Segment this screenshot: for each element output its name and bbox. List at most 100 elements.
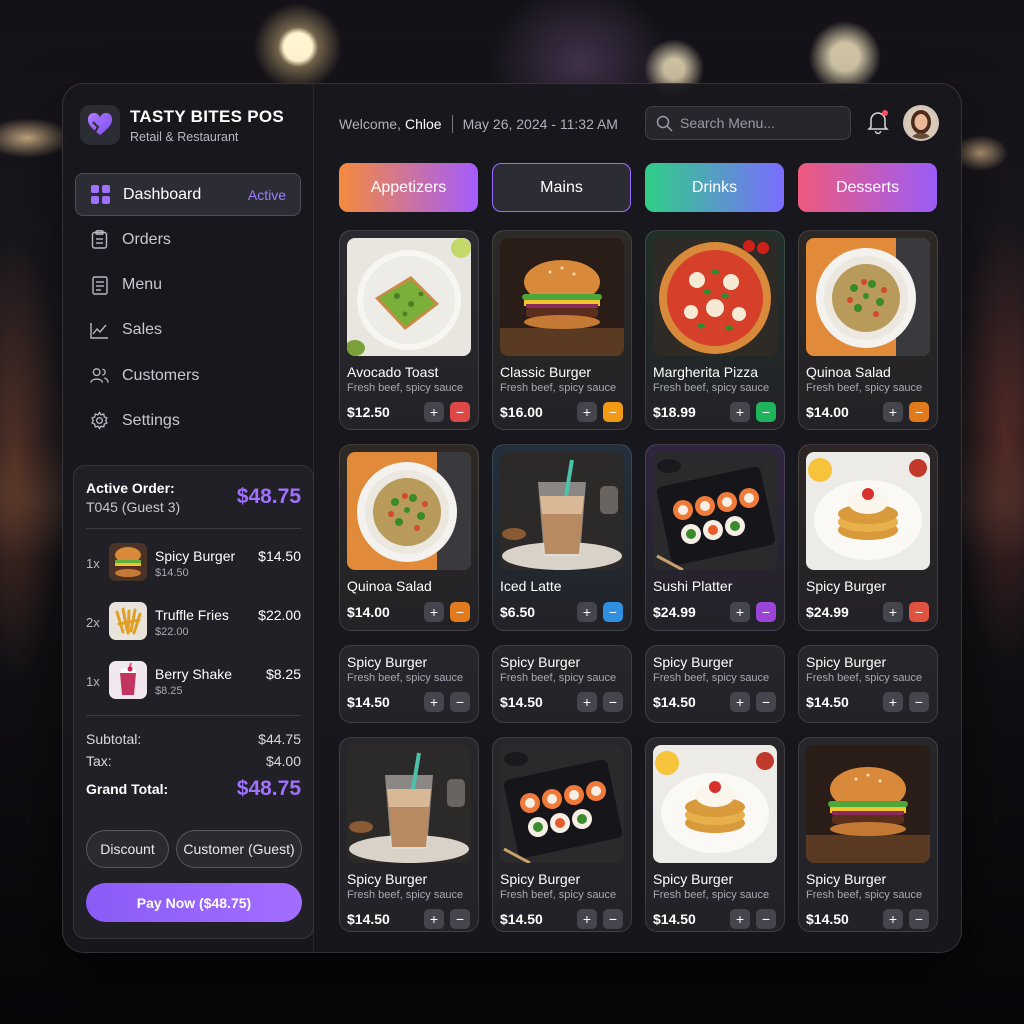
increment-button[interactable]: + xyxy=(424,402,444,422)
menu-item-card[interactable]: Avocado Toast Fresh beef, spicy sauce $12.… xyxy=(339,230,479,430)
discount-button[interactable]: Discount xyxy=(86,830,169,868)
tab-desserts[interactable]: Desserts xyxy=(798,163,937,212)
bell-icon[interactable] xyxy=(867,110,889,135)
pancake-image xyxy=(806,452,930,570)
decrement-button[interactable]: − xyxy=(450,402,470,422)
tab-appetizers[interactable]: Appetizers xyxy=(339,163,478,212)
menu-item-card[interactable]: Spicy Burger $24.99 + − xyxy=(798,444,938,631)
sidebar-item-customers[interactable]: Customers xyxy=(75,354,301,397)
sidebar-item-menu[interactable]: Menu xyxy=(75,264,301,307)
menu-item-card[interactable]: Spicy Burger Fresh beef, spicy sauce $14.5… xyxy=(645,737,785,932)
tab-drinks[interactable]: Drinks xyxy=(645,163,784,212)
decrement-button[interactable]: − xyxy=(909,909,929,929)
item-name: Margherita Pizza xyxy=(653,364,759,380)
search-input[interactable]: Search Menu... xyxy=(645,106,851,140)
iced-latte-image xyxy=(347,745,471,863)
sidebar-item-settings[interactable]: Settings xyxy=(75,399,301,442)
burger-image xyxy=(806,745,930,863)
menu-item-card[interactable]: Classic Burger Fresh beef, spicy sauce $16… xyxy=(492,230,632,430)
tab-mains[interactable]: Mains xyxy=(492,163,631,212)
grand-total-row: Grand Total: $48.75 xyxy=(86,777,301,801)
decrement-button[interactable]: − xyxy=(909,402,929,422)
order-line[interactable]: 2x Truffle Fries $22.00 $22.00 xyxy=(86,602,301,642)
menu-item-card[interactable]: Iced Latte $6.50 + − xyxy=(492,444,632,631)
increment-button[interactable]: + xyxy=(577,602,597,622)
decrement-button[interactable]: − xyxy=(450,602,470,622)
increment-button[interactable]: + xyxy=(577,909,597,929)
item-description: Fresh beef, spicy sauce xyxy=(653,382,770,394)
divider xyxy=(86,528,301,529)
item-description: Fresh beef, spicy sauce xyxy=(347,382,464,394)
sidebar-item-label: Menu xyxy=(122,276,163,294)
decrement-button[interactable]: − xyxy=(756,909,776,929)
increment-button[interactable]: + xyxy=(424,909,444,929)
search-placeholder: Search Menu... xyxy=(680,115,775,131)
menu-item-card[interactable]: Spicy Burger Fresh beef, spicy sauce $14.5… xyxy=(798,737,938,932)
decrement-button[interactable]: − xyxy=(603,402,623,422)
decrement-button[interactable]: − xyxy=(450,692,470,712)
menu-item-card[interactable]: Spicy Burger Fresh beef, spicy sauce $14.5… xyxy=(492,645,632,723)
order-line[interactable]: 1x Spicy Burger $14.50 $14.50 xyxy=(86,543,301,583)
increment-button[interactable]: + xyxy=(883,602,903,622)
item-description: Fresh beef, spicy sauce xyxy=(500,382,617,394)
order-line[interactable]: 1x Berry Shake $8.25 $8.25 xyxy=(86,661,301,701)
increment-button[interactable]: + xyxy=(883,692,903,712)
line-price: $8.25 xyxy=(265,666,301,682)
item-description: Fresh beef, spicy sauce xyxy=(500,672,617,684)
increment-button[interactable]: + xyxy=(730,402,750,422)
decrement-button[interactable]: − xyxy=(909,602,929,622)
menu-item-card[interactable]: Margherita Pizza Fresh beef, spicy sauce $… xyxy=(645,230,785,430)
iced-latte-image xyxy=(500,452,624,570)
line-name: Spicy Burger xyxy=(155,548,236,564)
increment-button[interactable]: + xyxy=(883,402,903,422)
clipboard-icon xyxy=(90,230,109,249)
pay-now-button[interactable]: Pay Now ($48.75) xyxy=(86,883,302,922)
decrement-button[interactable]: − xyxy=(756,602,776,622)
item-name: Spicy Burger xyxy=(806,578,887,594)
item-name: Spicy Burger xyxy=(347,871,428,887)
item-price: $14.50 xyxy=(806,911,849,927)
decrement-button[interactable]: − xyxy=(603,602,623,622)
avatar[interactable] xyxy=(903,105,939,141)
item-name: Spicy Burger xyxy=(500,654,581,670)
increment-button[interactable]: + xyxy=(730,692,750,712)
sidebar-item-orders[interactable]: Orders xyxy=(75,218,301,261)
line-price: $22.00 xyxy=(258,607,301,623)
item-price: $14.50 xyxy=(500,911,543,927)
sidebar-item-label: Customers xyxy=(122,366,200,384)
menu-item-card[interactable]: Spicy Burger Fresh beef, spicy sauce $14.5… xyxy=(645,645,785,723)
increment-button[interactable]: + xyxy=(730,909,750,929)
decrement-button[interactable]: − xyxy=(909,692,929,712)
item-price: $6.50 xyxy=(500,604,536,620)
menu-item-card[interactable]: Spicy Burger Fresh beef, spicy sauce $14.5… xyxy=(798,645,938,723)
active-order-panel: Active Order: T045 (Guest 3) $48.75 1x S… xyxy=(73,465,314,939)
users-icon xyxy=(90,366,109,385)
sidebar-item-sales[interactable]: Sales xyxy=(75,309,301,352)
decrement-button[interactable]: − xyxy=(603,692,623,712)
decrement-button[interactable]: − xyxy=(603,909,623,929)
menu-item-card[interactable]: Spicy Burger Fresh beef, spicy sauce $14.5… xyxy=(492,737,632,932)
date-time: May 26, 2024 - 11:32 AM xyxy=(462,116,618,132)
heart-logo-icon xyxy=(80,105,120,145)
increment-button[interactable]: + xyxy=(424,692,444,712)
tax-row: Tax: $4.00 xyxy=(86,753,301,769)
menu-item-card[interactable]: Sushi Platter $24.99 + − xyxy=(645,444,785,631)
increment-button[interactable]: + xyxy=(424,602,444,622)
item-price: $14.50 xyxy=(653,694,696,710)
customer-button[interactable]: Customer (Guest) xyxy=(176,830,302,868)
menu-item-card[interactable]: Spicy Burger Fresh beef, spicy sauce $14.5… xyxy=(339,737,479,932)
menu-item-card[interactable]: Quinoa Salad Fresh beef, spicy sauce $14.0… xyxy=(798,230,938,430)
increment-button[interactable]: + xyxy=(883,909,903,929)
increment-button[interactable]: + xyxy=(577,402,597,422)
burger-image xyxy=(500,238,624,356)
decrement-button[interactable]: − xyxy=(450,909,470,929)
item-description: Fresh beef, spicy sauce xyxy=(347,672,464,684)
decrement-button[interactable]: − xyxy=(756,402,776,422)
item-description: Fresh beef, spicy sauce xyxy=(500,889,617,901)
increment-button[interactable]: + xyxy=(577,692,597,712)
decrement-button[interactable]: − xyxy=(756,692,776,712)
sidebar-item-dashboard[interactable]: Dashboard Active xyxy=(75,173,301,216)
menu-item-card[interactable]: Quinoa Salad $14.00 + − xyxy=(339,444,479,631)
increment-button[interactable]: + xyxy=(730,602,750,622)
menu-item-card[interactable]: Spicy Burger Fresh beef, spicy sauce $14.5… xyxy=(339,645,479,723)
